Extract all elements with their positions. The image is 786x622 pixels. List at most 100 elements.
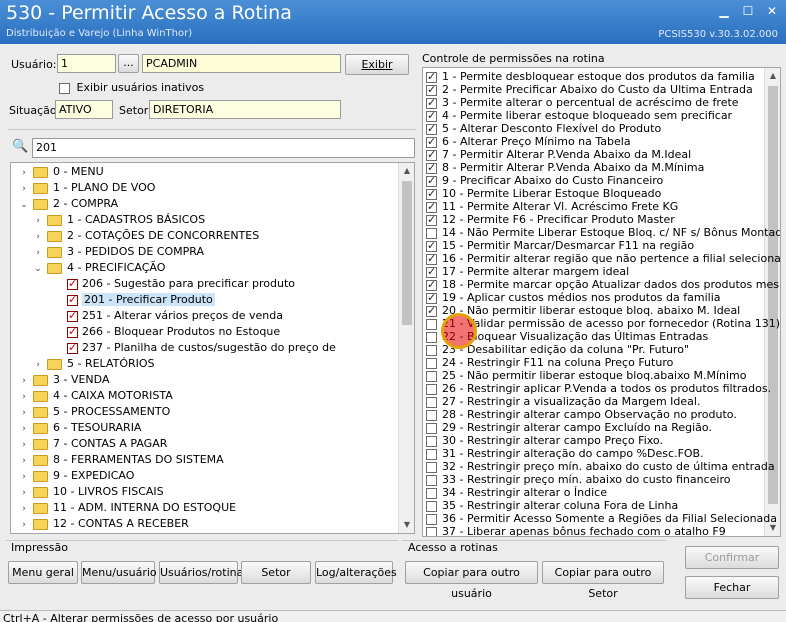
permission-item[interactable]: 19 - Aplicar custos médios nos produtos …	[426, 291, 721, 304]
permission-item[interactable]: 18 - Permite marcar opção Atualizar dado…	[426, 278, 780, 291]
permission-item[interactable]: 29 - Restringir alterar campo Excluído n…	[426, 421, 712, 434]
permission-item[interactable]: 15 - Permitir Marcar/Desmarcar F11 na re…	[426, 239, 694, 252]
permission-item[interactable]: 20 - Não permitir liberar estoque bloq. …	[426, 304, 740, 317]
tree-routine-item[interactable]: 206 - Sugestão para precificar produto	[67, 276, 295, 292]
permission-checkbox[interactable]	[426, 122, 437, 135]
menu-geral-button[interactable]: Menu geral	[8, 561, 78, 584]
permission-checkbox[interactable]	[426, 409, 437, 421]
tree-folder-item[interactable]: › 7 - CONTAS A PAGAR	[19, 436, 167, 452]
search-input[interactable]: 201	[32, 138, 415, 158]
expand-down-icon[interactable]: ⌄	[33, 261, 43, 277]
expand-right-icon[interactable]: ›	[19, 405, 29, 421]
permission-item[interactable]: 17 - Permite alterar margem ideal	[426, 265, 629, 278]
permission-item[interactable]: 27 - Restringir a visualização da Margem…	[426, 395, 700, 408]
permission-item[interactable]: 31 - Restringir alteração do campo %Desc…	[426, 447, 704, 460]
tree-folder-item[interactable]: › 8 - FERRAMENTAS DO SISTEMA	[19, 452, 223, 468]
tree-routine-item[interactable]: 266 - Bloquear Produtos no Estoque	[67, 324, 280, 340]
tree-scrollbar[interactable]: ▲ ▼	[398, 163, 414, 533]
permission-checkbox[interactable]	[426, 239, 437, 252]
tree-folder-item[interactable]: › 9 - EXPEDICAO	[19, 468, 134, 484]
permission-item[interactable]: 32 - Restringir preço mín. abaixo do cus…	[426, 460, 775, 473]
usuario-input[interactable]: 1	[57, 54, 116, 73]
expand-right-icon[interactable]: ›	[19, 469, 29, 485]
permission-checkbox[interactable]	[426, 83, 437, 96]
tree-folder-item[interactable]: › 2 - COTAÇÕES DE CONCORRENTES	[33, 228, 259, 244]
routine-check-icon[interactable]	[67, 308, 78, 324]
permission-item[interactable]: 10 - Permite Liberar Estoque Bloqueado	[426, 187, 661, 200]
permission-item[interactable]: 4 - Permite liberar estoque bloqueado se…	[426, 109, 732, 122]
permission-checkbox[interactable]	[426, 383, 437, 395]
permission-item[interactable]: 24 - Restringir F11 na coluna Preço Futu…	[426, 356, 673, 369]
permission-item[interactable]: 3 - Permite alterar o percentual de acré…	[426, 96, 739, 109]
tree-folder-item[interactable]: ⌄ 4 - PRECIFICAÇÃO	[33, 260, 165, 276]
permission-item[interactable]: 30 - Restringir alterar campo Preço Fixo…	[426, 434, 663, 447]
permission-item[interactable]: 1 - Permite desbloquear estoque dos prod…	[426, 70, 755, 83]
expand-right-icon[interactable]: ›	[33, 245, 43, 261]
permission-checkbox[interactable]	[426, 187, 437, 200]
permission-checkbox[interactable]	[426, 474, 437, 486]
expand-right-icon[interactable]: ›	[33, 357, 43, 373]
tree-folder-item[interactable]: › 1 - CADASTROS BÁSICOS	[33, 212, 205, 228]
tree-folder-item[interactable]: › 5 - PROCESSAMENTO	[19, 404, 170, 420]
tree-routine-item[interactable]: 201 - Precificar Produto	[67, 292, 215, 308]
permission-checkbox[interactable]	[426, 331, 437, 343]
permission-item[interactable]: 25 - Não permitir liberar estoque bloq.a…	[426, 369, 746, 382]
permission-item[interactable]: 28 - Restringir alterar campo Observação…	[426, 408, 737, 421]
menu-usuario-button[interactable]: Menu/usuário	[81, 561, 157, 584]
tree-routine-item[interactable]: 237 - Planilha de custos/sugestão do pre…	[67, 340, 336, 356]
expand-right-icon[interactable]: ›	[19, 389, 29, 405]
expand-right-icon[interactable]: ›	[19, 501, 29, 517]
permission-checkbox[interactable]	[426, 252, 437, 265]
expand-right-icon[interactable]: ›	[19, 421, 29, 437]
permission-item[interactable]: 7 - Permitir Alterar P.Venda Abaixo da M…	[426, 148, 691, 161]
permission-checkbox[interactable]	[426, 213, 437, 226]
scroll-up-icon[interactable]: ▲	[399, 163, 414, 179]
tree-folder-item[interactable]: › 1 - PLANO DE VOO	[19, 180, 155, 196]
permission-checkbox[interactable]	[426, 148, 437, 161]
expand-right-icon[interactable]: ›	[19, 485, 29, 501]
permission-checkbox[interactable]	[426, 357, 437, 369]
maximize-icon[interactable]: ☐	[740, 4, 756, 18]
tree-folder-item[interactable]: › 12 - CONTAS A RECEBER	[19, 516, 189, 532]
permission-checkbox[interactable]	[426, 435, 437, 447]
permission-checkbox[interactable]	[426, 291, 437, 304]
permission-checkbox[interactable]	[426, 461, 437, 473]
permission-item[interactable]: 36 - Permitir Acesso Somente a Regiões d…	[426, 512, 777, 525]
permission-checkbox[interactable]	[426, 135, 437, 148]
copiar-setor-button[interactable]: Copiar para outro Setor	[542, 561, 664, 600]
inativos-checkbox[interactable]: Exibir usuários inativos	[59, 81, 204, 94]
permission-checkbox[interactable]	[426, 318, 437, 330]
tree-folder-item[interactable]: ⌄ 2 - COMPRA	[19, 196, 118, 212]
expand-right-icon[interactable]: ›	[33, 229, 43, 245]
permission-checkbox[interactable]	[426, 448, 437, 460]
permission-checkbox[interactable]	[426, 109, 437, 122]
permission-checkbox[interactable]	[426, 526, 437, 536]
expand-right-icon[interactable]: ›	[19, 437, 29, 453]
lookup-button[interactable]: ...	[118, 54, 139, 73]
permission-checkbox[interactable]	[426, 344, 437, 356]
usuarios-rotina-button[interactable]: Usuários/rotina	[159, 561, 243, 584]
close-icon[interactable]: ✕	[764, 4, 780, 18]
permission-checkbox[interactable]	[426, 278, 437, 291]
permission-item[interactable]: 14 - Não Permite Liberar Estoque Bloq. c…	[426, 226, 780, 239]
permission-checkbox[interactable]	[426, 265, 437, 278]
permission-checkbox[interactable]	[426, 200, 437, 213]
permissions-list[interactable]: ▲ ▼ 1 - Permite desbloquear estoque dos …	[422, 67, 781, 537]
expand-right-icon[interactable]: ›	[19, 181, 29, 197]
perm-scroll-up-icon[interactable]: ▲	[765, 68, 780, 84]
exibir-button[interactable]: Exibir	[345, 54, 409, 75]
routine-check-icon[interactable]	[67, 324, 78, 340]
permission-checkbox[interactable]	[426, 161, 437, 174]
permission-checkbox[interactable]	[426, 396, 437, 408]
minimize-icon[interactable]: ▁	[716, 4, 732, 18]
permission-checkbox[interactable]	[426, 70, 437, 83]
permission-checkbox[interactable]	[426, 500, 437, 512]
scroll-thumb[interactable]	[402, 181, 412, 325]
permission-item[interactable]: 33 - Restringir preço mín. abaixo do cus…	[426, 473, 730, 486]
tree-folder-item[interactable]: › 3 - PEDIDOS DE COMPRA	[33, 244, 204, 260]
permission-item[interactable]: 26 - Restringir aplicar P.Venda a todos …	[426, 382, 771, 395]
permission-checkbox[interactable]	[426, 227, 437, 239]
expand-right-icon[interactable]: ›	[19, 517, 29, 533]
permission-checkbox[interactable]	[426, 304, 437, 317]
permission-item[interactable]: 9 - Precificar Abaixo do Custo Financeir…	[426, 174, 663, 187]
